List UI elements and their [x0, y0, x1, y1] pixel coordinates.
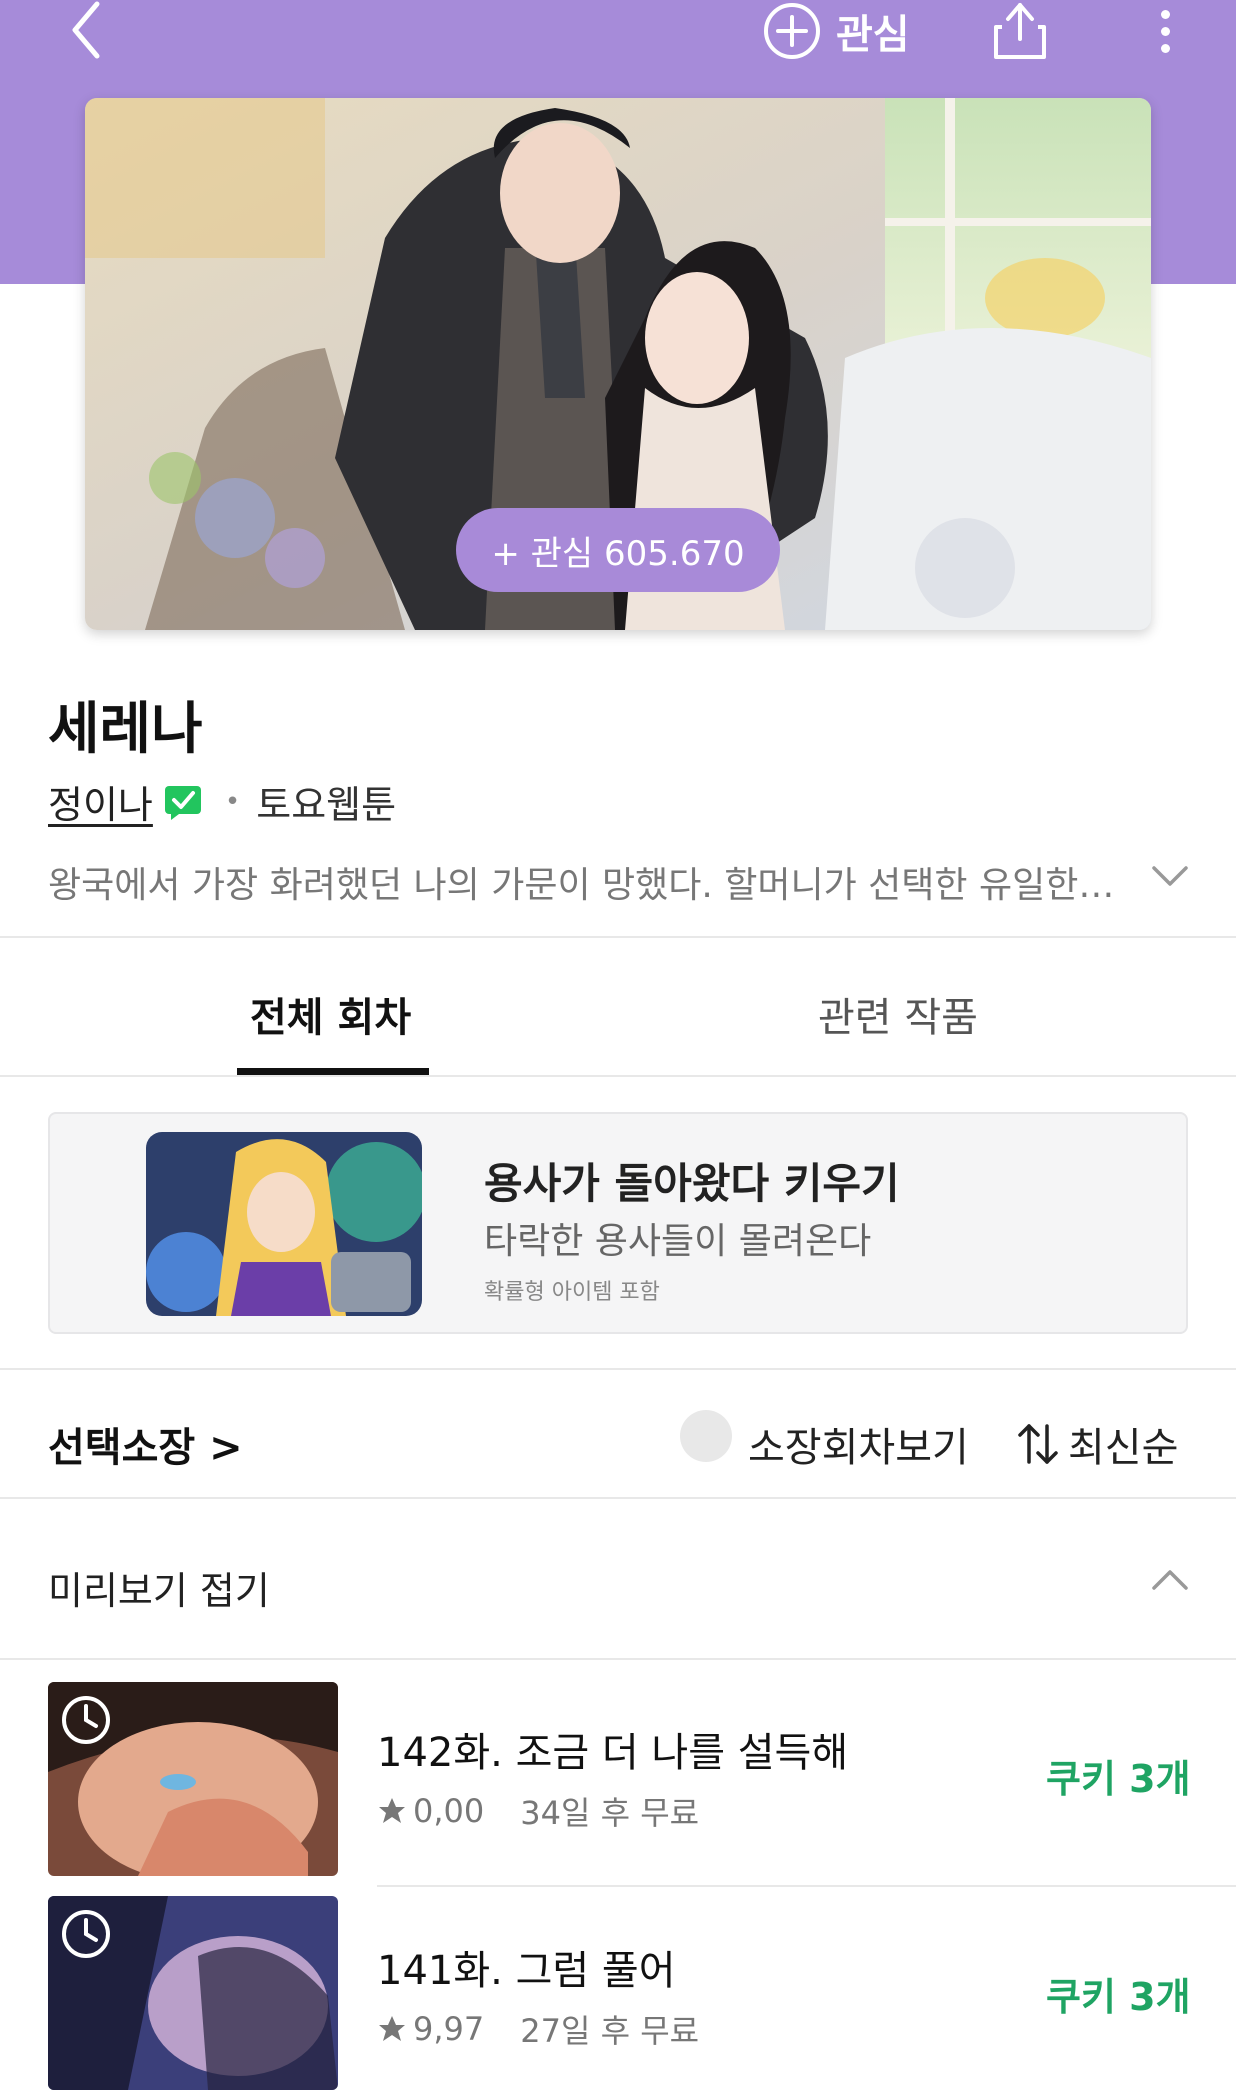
- episode-thumbnail: [48, 1896, 338, 2090]
- sort-icon: [1018, 1424, 1058, 1464]
- star-icon: [379, 1798, 405, 1823]
- plus-circle-icon: [764, 3, 820, 59]
- sort-button[interactable]: 최신순: [1016, 1415, 1178, 1473]
- more-options-button[interactable]: [1150, 0, 1180, 62]
- episode-price: 쿠키 3개: [1046, 1975, 1191, 2019]
- episode-row[interactable]: 142화. 조금 더 나를 설득해 0,00 34일 후 무료 쿠키 3개: [0, 1682, 1236, 1892]
- ad-image: [146, 1132, 422, 1316]
- top-bar: 관심: [0, 0, 1236, 70]
- meta-separator: •: [224, 786, 241, 817]
- share-button[interactable]: [990, 0, 1050, 62]
- verified-icon: [163, 784, 203, 820]
- series-description: 왕국에서 가장 화려했던 나의 가문이 망했다. 할머니가 선택한 유일한 방.…: [48, 865, 1118, 906]
- chevron-up-icon: [1152, 1570, 1188, 1590]
- episode-meta: 9,97 27일 후 무료: [377, 2006, 699, 2052]
- more-dot: [1160, 43, 1170, 53]
- chevron-down-icon: [1152, 866, 1188, 886]
- owned-episodes-toggle[interactable]: [680, 1410, 732, 1462]
- series-meta: 정이나 • 토요웹툰: [48, 774, 396, 829]
- divider: [0, 1368, 1236, 1370]
- divider: [0, 1497, 1236, 1499]
- tab-related-works[interactable]: 관련 작품: [818, 985, 978, 1043]
- ad-title: 용사가 돌아왔다 키우기: [484, 1159, 900, 1208]
- favorite-button[interactable]: 관심: [762, 0, 910, 62]
- episode-free-in: 34일 후 무료: [520, 1794, 700, 1832]
- episode-meta: 0,00 34일 후 무료: [377, 1788, 699, 1834]
- sort-label: 최신순: [1068, 1425, 1179, 1471]
- clock-icon: [62, 1910, 110, 1958]
- back-button[interactable]: [62, 0, 112, 60]
- star-icon: [379, 2016, 405, 2041]
- expand-description-button[interactable]: [1150, 856, 1190, 896]
- share-icon: [994, 3, 1046, 59]
- favorite-count: + 관심 605.670: [491, 533, 745, 574]
- divider: [0, 936, 1236, 938]
- publish-day: 토요웹툰: [256, 783, 397, 827]
- chevron-left-icon: [72, 1, 100, 59]
- ad-banner[interactable]: 용사가 돌아왔다 키우기 타락한 용사들이 몰려온다 확률형 아이템 포함: [48, 1112, 1188, 1334]
- divider: [0, 1075, 1236, 1077]
- author-link[interactable]: 정이나: [48, 774, 153, 829]
- tab-all-episodes[interactable]: 전체 회차: [250, 985, 411, 1043]
- ad-subtitle: 타락한 용사들이 몰려온다: [484, 1221, 872, 1262]
- episode-divider: [377, 1885, 1236, 1887]
- episode-title: 142화. 조금 더 나를 설득해: [377, 1730, 849, 1776]
- select-purchase-button[interactable]: 선택소장 >: [48, 1415, 243, 1473]
- series-title: 세레나: [48, 697, 203, 762]
- preview-collapse-label[interactable]: 미리보기 접기: [48, 1560, 270, 1615]
- episode-free-in: 27일 후 무료: [520, 2012, 700, 2050]
- favorite-label: 관심: [836, 12, 910, 58]
- episode-rating: 9,97: [413, 2010, 485, 2048]
- episode-rating: 0,00: [413, 1792, 485, 1830]
- episode-price: 쿠키 3개: [1046, 1757, 1191, 1801]
- active-tab-indicator: [237, 1068, 429, 1075]
- owned-episodes-label: 소장회차보기: [748, 1425, 969, 1471]
- episode-row[interactable]: 141화. 그럼 풀어 9,97 27일 후 무료 쿠키 3개: [0, 1896, 1236, 2100]
- episode-thumbnail: [48, 1682, 338, 1876]
- episode-title: 141화. 그럼 풀어: [377, 1948, 676, 1994]
- more-dot: [1160, 9, 1170, 19]
- more-dot: [1160, 26, 1170, 36]
- clock-icon: [62, 1696, 110, 1744]
- divider: [0, 1658, 1236, 1660]
- cover-favorite-count-button[interactable]: + 관심 605.670: [456, 508, 780, 592]
- collapse-preview-button[interactable]: [1150, 1560, 1190, 1600]
- ad-disclaimer: 확률형 아이템 포함: [484, 1280, 660, 1305]
